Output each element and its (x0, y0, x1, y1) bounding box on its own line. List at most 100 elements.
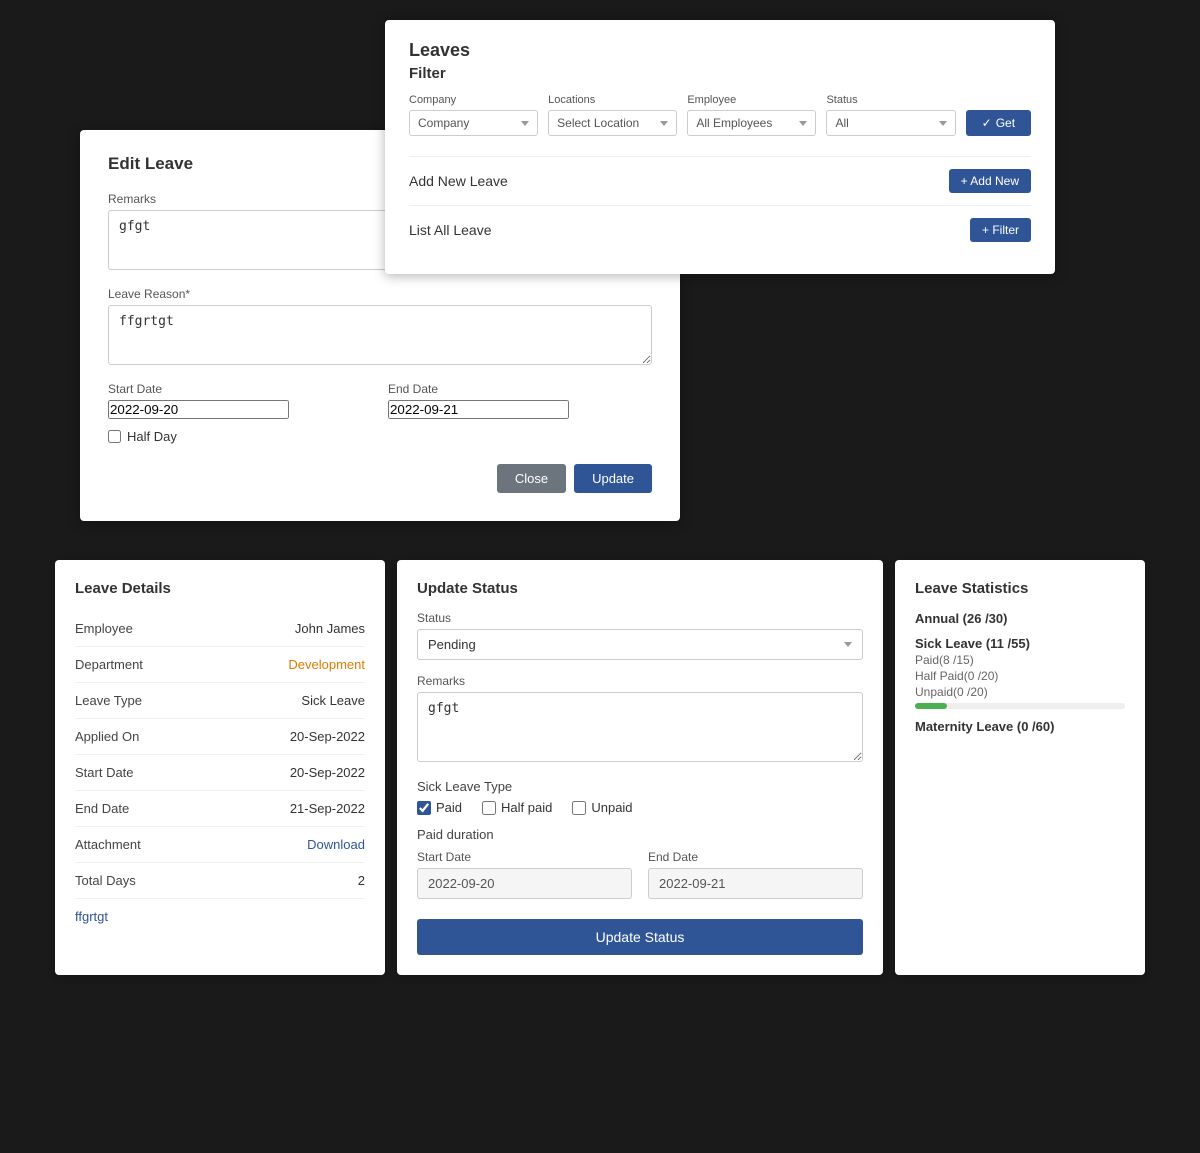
add-new-row: Add New Leave + Add New (409, 156, 1031, 205)
status-field: Status All (826, 94, 955, 136)
duration-start-date-label: Start Date (417, 850, 632, 864)
update-status-button[interactable]: Update Status (417, 919, 863, 955)
reason-textarea[interactable]: ffgrtgt (108, 305, 652, 365)
detail-start-date-row: Start Date 20-Sep-2022 (75, 755, 365, 791)
update-status-title: Update Status (417, 580, 863, 597)
detail-end-date-value: 21-Sep-2022 (290, 801, 365, 816)
stat-bar (915, 703, 947, 709)
department-label: Department (75, 657, 143, 672)
half-day-label: Half Day (127, 429, 177, 444)
leaves-title: Leaves (409, 40, 1031, 61)
detail-start-date-value: 20-Sep-2022 (290, 765, 365, 780)
reason-label: Leave Reason* (108, 287, 652, 301)
employee-row: Employee John James (75, 611, 365, 647)
detail-end-date-label: End Date (75, 801, 129, 816)
unpaid-stat-label: Unpaid(0 /20) (915, 685, 1125, 699)
end-date-input[interactable] (388, 400, 569, 419)
paid-duration-section: Paid duration Start Date End Date (417, 827, 863, 899)
sick-leave-checkboxes: Paid Half paid Unpaid (417, 800, 863, 815)
half-day-checkbox[interactable] (108, 430, 121, 443)
update-button[interactable]: Update (574, 464, 652, 493)
maternity-stat: Maternity Leave (0 /60) (915, 719, 1125, 734)
duration-start-date-field: Start Date (417, 850, 632, 899)
leave-details-title: Leave Details (75, 580, 365, 597)
detail-start-date-label: Start Date (75, 765, 134, 780)
check-icon: ✓ (982, 116, 992, 130)
paid-checkbox-item: Paid (417, 800, 462, 815)
update-status-panel: Update Status Status Pending Remarks gfg… (397, 560, 883, 975)
paid-checkbox-label: Paid (436, 800, 462, 815)
sick-leave-type-section: Sick Leave Type Paid Half paid Unpaid (417, 779, 863, 815)
department-value: Development (288, 657, 365, 672)
stat-bar-container (915, 703, 1125, 709)
list-all-label: List All Leave (409, 222, 492, 238)
remarks-field-label: Remarks (417, 674, 863, 688)
end-date-field: End Date (388, 382, 652, 419)
locations-label: Locations (548, 94, 677, 106)
duration-end-date-input[interactable] (648, 868, 863, 899)
status-select-label: Status (417, 611, 863, 625)
status-dropdown[interactable]: Pending (417, 629, 863, 660)
applied-on-value: 20-Sep-2022 (290, 729, 365, 744)
annual-stat-label: Annual (26 /30) (915, 611, 1125, 626)
total-days-label: Total Days (75, 873, 136, 888)
employee-label: Employee (75, 621, 133, 636)
filter-button[interactable]: + Filter (970, 218, 1031, 242)
unpaid-checkbox-label: Unpaid (591, 800, 632, 815)
company-select[interactable]: Company (409, 110, 538, 136)
company-label: Company (409, 94, 538, 106)
leave-type-label: Leave Type (75, 693, 142, 708)
half-paid-stat-label: Half Paid(0 /20) (915, 669, 1125, 683)
total-days-value: 2 (358, 873, 365, 888)
reason-group: Leave Reason* ffgrtgt (108, 287, 652, 368)
duration-start-date-input[interactable] (417, 868, 632, 899)
half-paid-checkbox-label: Half paid (501, 800, 552, 815)
start-date-input[interactable] (108, 400, 289, 419)
get-button[interactable]: ✓ Get (966, 110, 1031, 136)
paid-checkbox[interactable] (417, 801, 431, 815)
locations-field: Locations Select Location (548, 94, 677, 136)
close-button[interactable]: Close (497, 464, 566, 493)
leave-type-value: Sick Leave (301, 693, 365, 708)
status-label: Status (826, 94, 955, 106)
sick-leave-stat: Sick Leave (11 /55) Paid(8 /15) Half Pai… (915, 636, 1125, 709)
department-row: Department Development (75, 647, 365, 683)
leave-type-row: Leave Type Sick Leave (75, 683, 365, 719)
paid-duration-label: Paid duration (417, 827, 863, 842)
employee-field: Employee All Employees (687, 94, 816, 136)
leave-details-panel: Leave Details Employee John James Depart… (55, 560, 385, 975)
remarks-field-input[interactable]: gfgt (417, 692, 863, 762)
start-date-field: Start Date (108, 382, 372, 419)
attachment-label: Attachment (75, 837, 141, 852)
add-new-button[interactable]: + Add New (949, 169, 1031, 193)
employee-value: John James (295, 621, 365, 636)
company-field: Company Company (409, 94, 538, 136)
total-days-row: Total Days 2 (75, 863, 365, 899)
filter-title: Filter (409, 65, 1031, 82)
date-row: Start Date End Date (108, 382, 652, 419)
half-paid-checkbox[interactable] (482, 801, 496, 815)
half-paid-checkbox-item: Half paid (482, 800, 552, 815)
unpaid-checkbox[interactable] (572, 801, 586, 815)
detail-end-date-row: End Date 21-Sep-2022 (75, 791, 365, 827)
applied-on-row: Applied On 20-Sep-2022 (75, 719, 365, 755)
locations-select[interactable]: Select Location (548, 110, 677, 136)
paid-stat-label: Paid(8 /15) (915, 653, 1125, 667)
sick-leave-stat-label: Sick Leave (11 /55) (915, 636, 1125, 651)
duration-dates: Start Date End Date (417, 850, 863, 899)
filter-row: Company Company Locations Select Locatio… (409, 94, 1031, 136)
employee-select[interactable]: All Employees (687, 110, 816, 136)
status-select[interactable]: All (826, 110, 955, 136)
download-link[interactable]: Download (307, 837, 365, 852)
status-select-field: Status Pending (417, 611, 863, 660)
list-all-row: List All Leave + Filter (409, 205, 1031, 254)
attachment-row: Attachment Download (75, 827, 365, 863)
remarks-field: Remarks gfgt (417, 674, 863, 765)
applied-on-label: Applied On (75, 729, 139, 744)
unpaid-checkbox-item: Unpaid (572, 800, 632, 815)
end-date-label: End Date (388, 382, 652, 396)
leaves-filter-panel: Leaves Filter Company Company Locations … (385, 20, 1055, 274)
start-date-label: Start Date (108, 382, 372, 396)
duration-end-date-field: End Date (648, 850, 863, 899)
sick-leave-type-label: Sick Leave Type (417, 779, 863, 794)
